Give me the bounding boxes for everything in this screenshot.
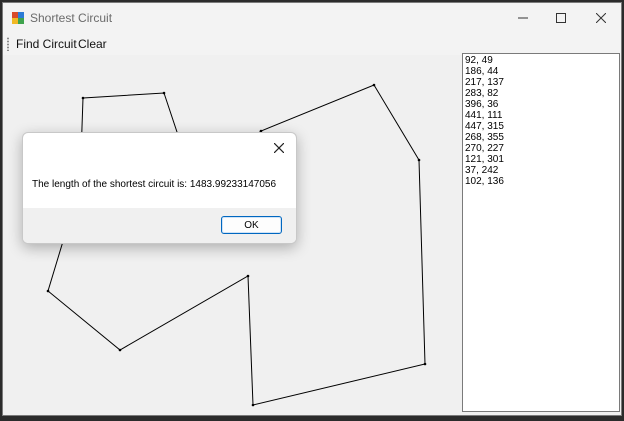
minimize-button[interactable] bbox=[503, 3, 543, 33]
message-dialog: The length of the shortest circuit is: 1… bbox=[22, 132, 297, 244]
circuit-point bbox=[246, 274, 250, 278]
list-item[interactable]: 102, 136 bbox=[465, 176, 617, 187]
app-window-icon bbox=[12, 12, 24, 24]
dialog-close-button[interactable] bbox=[268, 137, 290, 159]
maximize-icon bbox=[556, 13, 566, 23]
circuit-point bbox=[46, 289, 50, 293]
list-item[interactable]: 268, 355 bbox=[465, 132, 617, 143]
list-item[interactable]: 396, 36 bbox=[465, 99, 617, 110]
app-window: Shortest Circuit Find Circuit Clear 92, … bbox=[2, 2, 622, 416]
title-bar[interactable]: Shortest Circuit bbox=[3, 3, 621, 33]
close-icon bbox=[274, 143, 284, 153]
list-item[interactable]: 121, 301 bbox=[465, 154, 617, 165]
circuit-point bbox=[251, 403, 255, 407]
toolbar-grip-icon[interactable] bbox=[7, 37, 9, 51]
circuit-point bbox=[81, 96, 85, 100]
dialog-footer: OK bbox=[23, 208, 296, 243]
list-item[interactable]: 270, 227 bbox=[465, 143, 617, 154]
list-item[interactable]: 217, 137 bbox=[465, 77, 617, 88]
list-item[interactable]: 283, 82 bbox=[465, 88, 617, 99]
circuit-point bbox=[423, 362, 427, 366]
list-item[interactable]: 37, 242 bbox=[465, 165, 617, 176]
list-item[interactable]: 186, 44 bbox=[465, 66, 617, 77]
list-item[interactable]: 92, 49 bbox=[465, 55, 617, 66]
minimize-icon bbox=[518, 17, 528, 19]
window-title: Shortest Circuit bbox=[30, 11, 113, 25]
circuit-point bbox=[162, 91, 166, 95]
list-item[interactable]: 447, 315 bbox=[465, 121, 617, 132]
list-item[interactable]: 441, 111 bbox=[465, 110, 617, 121]
points-list[interactable]: 92, 49 186, 44 217, 137 283, 82 396, 36 … bbox=[462, 53, 620, 412]
circuit-point bbox=[417, 158, 421, 162]
menu-find-circuit[interactable]: Find Circuit bbox=[16, 37, 77, 51]
close-icon bbox=[596, 13, 606, 23]
ok-button[interactable]: OK bbox=[221, 216, 282, 234]
menu-bar: Find Circuit Clear bbox=[3, 33, 621, 55]
menu-clear[interactable]: Clear bbox=[78, 37, 107, 51]
circuit-point bbox=[118, 348, 122, 352]
maximize-button[interactable] bbox=[541, 3, 581, 33]
dialog-message: The length of the shortest circuit is: 1… bbox=[32, 179, 277, 190]
close-button[interactable] bbox=[581, 3, 621, 33]
circuit-point bbox=[372, 83, 376, 87]
